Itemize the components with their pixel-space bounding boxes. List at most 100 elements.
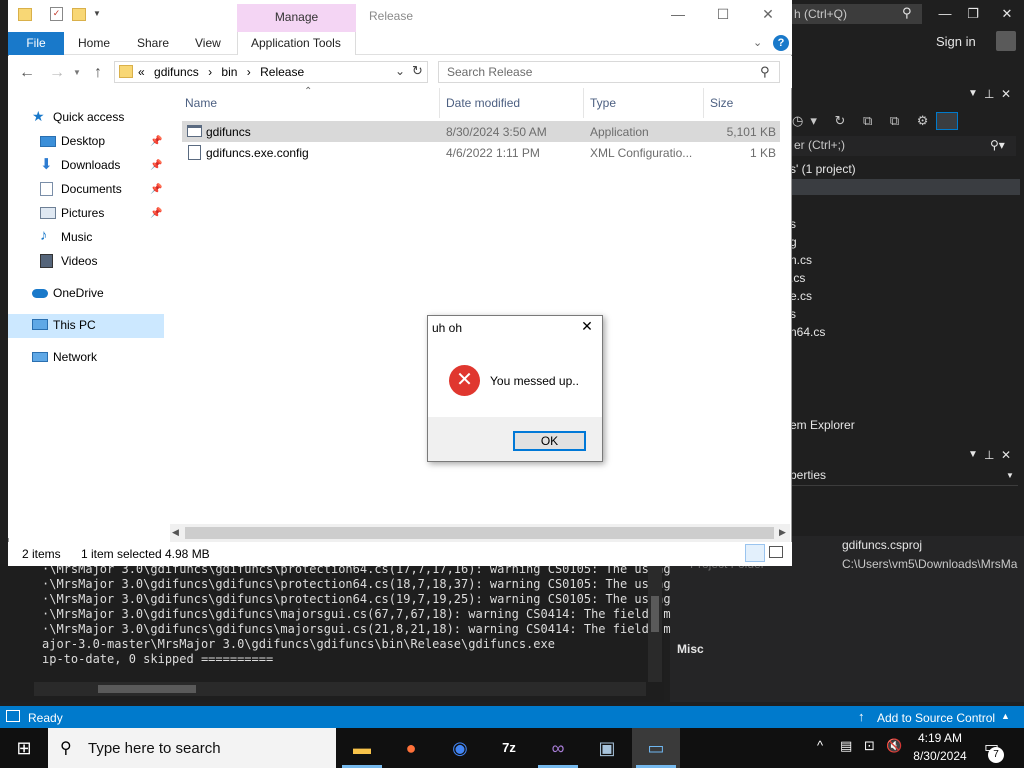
restore-icon[interactable]: ❐ — [959, 4, 987, 24]
windows-start-icon[interactable]: ⊞ — [0, 728, 48, 768]
tab-application-tools[interactable]: Application Tools — [251, 36, 341, 50]
arrow-up-icon[interactable]: ↑ — [858, 709, 865, 724]
sidebar-item-documents[interactable]: Documents 📌 — [36, 179, 176, 201]
new-folder-icon[interactable] — [72, 8, 86, 21]
details-view-icon[interactable] — [745, 544, 765, 562]
scroll-right-icon[interactable]: ▶ — [779, 527, 786, 538]
sidebar-item-network[interactable]: Network — [28, 347, 168, 369]
tab-file[interactable]: File — [8, 32, 64, 55]
close-icon[interactable]: ✕ — [748, 6, 788, 23]
solution-file-item[interactable]: .cs — [790, 271, 805, 285]
solution-file-item[interactable]: n64.cs — [790, 325, 825, 339]
expand-ribbon-icon[interactable]: ⌄ — [753, 36, 762, 49]
breadcrumb-separator-icon[interactable]: › — [208, 65, 212, 79]
column-divider[interactable] — [583, 88, 584, 118]
sidebar-item-pictures[interactable]: Pictures 📌 — [36, 203, 176, 225]
file-explorer-taskbar-icon[interactable]: ▬ — [338, 728, 386, 768]
refresh-icon[interactable]: ↻ — [412, 63, 423, 79]
sidebar-item-downloads[interactable]: ⬇ Downloads 📌 — [36, 155, 176, 177]
column-divider[interactable] — [439, 88, 440, 118]
panel-menu-icon[interactable]: ▼ — [968, 88, 978, 99]
ok-button[interactable]: OK — [513, 431, 586, 451]
column-header-type[interactable]: Type — [590, 96, 616, 110]
output-horizontal-scroll-thumb[interactable] — [98, 685, 196, 693]
sidebar-item-videos[interactable]: Videos — [36, 251, 176, 273]
column-header-name[interactable]: Name — [185, 96, 217, 110]
sidebar-item-onedrive[interactable]: OneDrive — [28, 283, 168, 305]
visual-studio-icon[interactable]: ∞ — [534, 728, 582, 768]
sidebar-item-quick-access[interactable]: ★ Quick access — [28, 107, 168, 129]
ethernet-icon[interactable]: ⊡ — [864, 738, 875, 754]
property-value-path[interactable]: C:\Users\vm5\Downloads\MrsMa — [842, 557, 1017, 571]
close-panel-icon[interactable]: ✕ — [1001, 87, 1011, 101]
sidebar-item-this-pc[interactable]: This PC — [28, 315, 168, 337]
solution-node[interactable]: s' (1 project) — [790, 162, 856, 176]
scroll-left-icon[interactable]: ◀ — [172, 527, 179, 538]
up-arrow-icon[interactable]: ↑ — [94, 64, 102, 82]
back-arrow-icon[interactable]: ← — [19, 64, 35, 82]
pin-icon[interactable]: 📌 — [150, 160, 162, 171]
solution-file-item[interactable]: n.cs — [790, 253, 812, 267]
breadcrumb-item[interactable]: Release — [260, 65, 304, 79]
chevron-down-icon[interactable]: ▼ — [1006, 471, 1014, 480]
pin-icon[interactable]: 📌 — [150, 136, 162, 147]
breadcrumb-item[interactable]: bin — [221, 65, 237, 79]
tab-solution-explorer[interactable]: em Explorer — [790, 418, 855, 432]
tab-view[interactable]: View — [195, 36, 221, 50]
panel-menu-icon[interactable]: ▼ — [968, 449, 978, 460]
chevron-up-icon[interactable]: ^ — [817, 738, 823, 753]
breadcrumb-item[interactable]: gdifuncs — [154, 65, 199, 79]
solution-file-item[interactable]: e.cs — [790, 289, 812, 303]
pin-icon[interactable]: 📌 — [150, 208, 162, 219]
account-icon[interactable] — [996, 31, 1016, 51]
minimize-icon[interactable]: — — [931, 4, 959, 24]
address-dropdown-icon[interactable]: ⌄ — [395, 64, 405, 78]
solution-search-input[interactable]: er (Ctrl+;) — [790, 136, 1016, 156]
column-divider[interactable] — [703, 88, 704, 118]
output-vertical-scroll-thumb[interactable] — [651, 596, 659, 632]
network-tray-icon[interactable]: ▤ — [840, 738, 852, 754]
horizontal-scroll-thumb[interactable] — [185, 527, 774, 539]
column-header-size[interactable]: Size — [710, 96, 733, 110]
forward-arrow-icon[interactable]: → — [49, 64, 65, 82]
close-icon[interactable]: ✕ — [578, 318, 596, 336]
file-name[interactable]: gdifuncs.exe.config — [206, 146, 309, 160]
minimize-icon[interactable]: — — [658, 6, 698, 22]
recent-locations-icon[interactable]: ▼ — [73, 68, 81, 77]
chevron-up-icon[interactable]: ▲ — [1001, 711, 1010, 721]
close-panel-icon[interactable]: ✕ — [1001, 448, 1011, 462]
file-name[interactable]: gdifuncs — [206, 125, 251, 139]
property-category-misc[interactable]: Misc — [677, 642, 704, 656]
tab-share[interactable]: Share — [137, 36, 169, 50]
pin-icon[interactable]: ⊥ — [984, 87, 994, 101]
search-icon[interactable]: ⚲▾ — [990, 138, 1005, 152]
7zip-icon[interactable]: 7z — [485, 728, 533, 768]
breadcrumb-separator-icon[interactable]: › — [247, 65, 251, 79]
property-value-name[interactable]: gdifuncs.csproj — [842, 538, 922, 552]
gdifuncs-app-icon[interactable]: ▭ — [632, 728, 680, 768]
large-icons-view-icon[interactable] — [769, 546, 783, 558]
chrome-icon[interactable]: ◉ — [436, 728, 484, 768]
sidebar-item-music[interactable]: ♪ Music — [36, 227, 176, 249]
properties-icon[interactable]: ✓ — [50, 7, 63, 21]
clock-time[interactable]: 4:19 AM — [912, 731, 968, 745]
column-header-date[interactable]: Date modified — [446, 96, 520, 110]
maximize-icon[interactable]: ☐ — [703, 6, 743, 23]
sign-in-link[interactable]: Sign in — [936, 34, 976, 49]
clock-date[interactable]: 8/30/2024 — [906, 749, 974, 763]
control-panel-icon[interactable]: ▣ — [583, 728, 631, 768]
add-to-source-control-button[interactable]: Add to Source Control — [877, 711, 995, 725]
sidebar-item-desktop[interactable]: Desktop 📌 — [36, 131, 176, 153]
search-icon[interactable]: ⚲ — [902, 5, 912, 21]
pin-icon[interactable]: 📌 — [150, 184, 162, 195]
pin-icon[interactable]: ⊥ — [984, 448, 994, 462]
firefox-icon[interactable]: ● — [387, 728, 435, 768]
help-icon[interactable]: ? — [773, 35, 789, 51]
volume-muted-icon[interactable]: 🔇 — [886, 738, 902, 754]
tab-home[interactable]: Home — [78, 36, 110, 50]
properties-wrench-icon[interactable] — [936, 112, 958, 130]
search-icon[interactable]: ⚲ — [760, 64, 770, 80]
close-icon[interactable]: ✕ — [993, 4, 1021, 24]
quick-access-toolbar-dropdown-icon[interactable]: ▼ — [93, 9, 101, 18]
breadcrumb-overflow[interactable]: « — [138, 65, 145, 79]
